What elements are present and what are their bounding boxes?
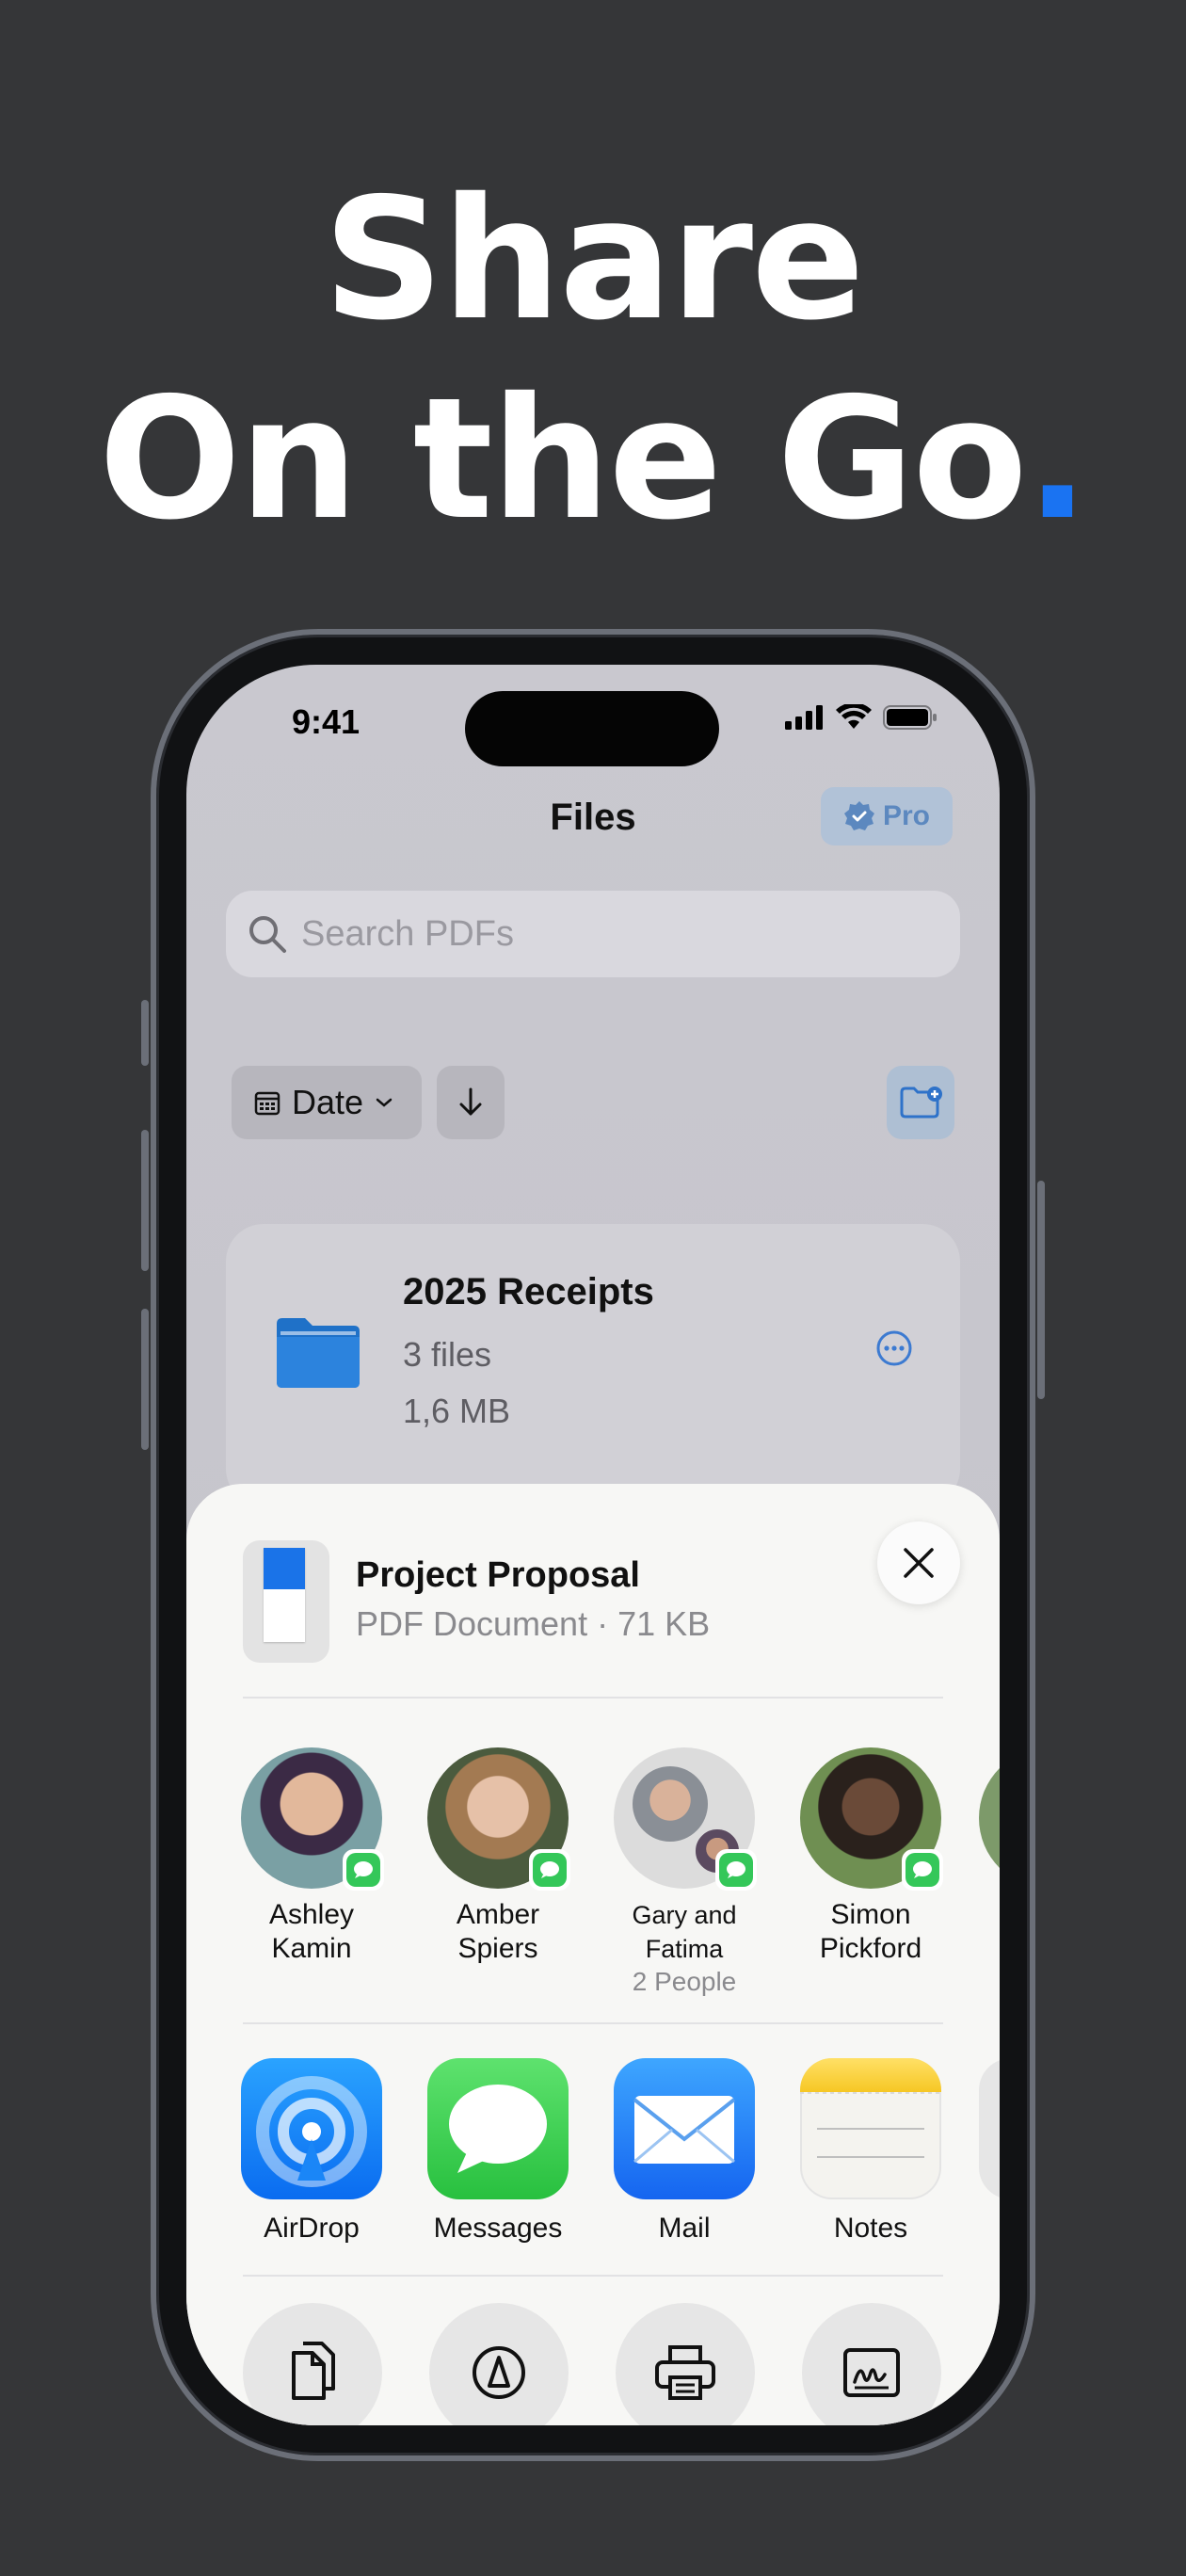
contact-name-line-1: Simon [830,1899,911,1930]
search-placeholder: Search PDFs [301,913,514,954]
phone-action-button [141,1000,149,1066]
search-input[interactable]: Search PDFs [226,891,960,977]
phone-screen: 9:41 Files Pro Search PDFs Date 2025 Rec… [186,665,1000,2425]
contact-subtitle: 2 People [632,1967,737,1996]
new-folder-button[interactable] [887,1066,954,1139]
actions-row [186,2303,1000,2425]
phone-power-button [1037,1181,1045,1399]
sort-date-button[interactable]: Date [232,1066,422,1139]
avatar [427,1747,570,1891]
copy-icon [292,2342,335,2400]
divider [243,2022,943,2024]
messages-badge [902,1849,943,1891]
app-label: Notes [833,2213,908,2244]
divider [243,1697,943,1699]
airdrop-icon [241,2058,382,2199]
app-messages[interactable]: Messages [405,2058,591,2245]
more-options-icon[interactable] [875,1329,913,1367]
apps-row: AirDrop Messages Mail Notes [186,2058,1000,2275]
headline-line-2: On the Go. [0,360,1186,559]
document-subtitle: PDF Document · 71 KB [356,1604,711,1643]
wifi-icon [836,704,872,729]
app-label: Messages [433,2213,563,2244]
headline: Share On the Go. [0,160,1186,559]
markup-action-button[interactable] [429,2303,569,2425]
chevron-down-icon [376,1098,393,1107]
copy-action-button[interactable] [243,2303,382,2425]
search-icon [249,916,286,953]
notes-icon [800,2058,941,2199]
arrow-down-icon [459,1087,482,1116]
contact-amber-spiers[interactable]: Amber Spiers [405,1747,591,1966]
folder-file-count: 3 files [403,1335,492,1374]
messages-icon [427,2058,569,2199]
print-action-button[interactable] [616,2303,755,2425]
contact-name-line-1: Gary and Fatima [632,1901,737,1963]
headline-line-1: Share [323,162,865,357]
contact-gary-and-fatima[interactable]: Gary and Fatima 2 People [591,1747,777,1998]
contact-simon-pickford[interactable]: Simon Pickford [777,1747,964,1966]
contact-partial-next[interactable] [979,1747,1000,1889]
contact-ashley-kamin[interactable]: Ashley Kamin [218,1747,405,1966]
divider [243,2275,943,2277]
app-partial-next[interactable] [979,2058,1000,2199]
sort-label: Date [292,1083,364,1121]
calendar-icon [254,1091,280,1116]
status-time: 9:41 [292,702,361,741]
contact-name-line-1: Ashley [268,1899,355,1930]
folder-size: 1,6 MB [403,1392,511,1430]
group-avatar [614,1747,757,1891]
cellular-signal-icon [785,705,823,730]
avatar-gary [633,1766,708,1842]
folder-name: 2025 Receipts [403,1271,654,1312]
messages-badge [343,1849,384,1891]
avatar [241,1747,384,1891]
share-sheet: Project Proposal PDF Document · 71 KB As… [186,1484,1000,2425]
dynamic-island [465,691,719,766]
phone-volume-down-button [141,1309,149,1450]
sort-direction-button[interactable] [437,1066,505,1139]
app-label: Mail [658,2213,711,2244]
status-icons [785,704,938,731]
avatar [800,1747,943,1891]
close-button[interactable] [877,1521,960,1604]
battery-icon [883,705,937,730]
document-page-preview [264,1548,305,1642]
verified-badge-icon [843,801,874,830]
people-row: Ashley Kamin Amber Spiers Gary and Fatim… [186,1747,1000,1996]
sign-action-button[interactable] [802,2303,941,2425]
contact-name-line-1: Amber [456,1899,540,1930]
app-mail[interactable]: Mail [591,2058,777,2245]
mail-icon [614,2058,755,2199]
signature-icon [843,2348,900,2397]
app-airdrop[interactable]: AirDrop [218,2058,405,2245]
close-icon [904,1548,934,1578]
phone-volume-up-button [141,1130,149,1271]
folder-plus-icon [900,1087,942,1119]
app-notes[interactable]: Notes [777,2058,964,2245]
messages-badge [715,1849,757,1891]
printer-icon [655,2345,715,2400]
folder-icon [277,1318,360,1388]
messages-badge [529,1849,570,1891]
headline-dot: . [1025,362,1090,556]
markup-icon [473,2346,525,2399]
headline-line-2-text: On the Go [98,362,1028,556]
app-label: AirDrop [264,2213,360,2244]
document-thumbnail [243,1540,329,1663]
contact-name-line-2: Pickford [819,1933,922,1964]
document-title: Project Proposal [356,1555,640,1595]
contact-name-line-2: Kamin [271,1933,352,1964]
contact-name-line-2: Spiers [457,1933,538,1964]
pro-button[interactable]: Pro [821,787,953,845]
pro-label: Pro [882,800,930,831]
folder-row[interactable]: 2025 Receipts 3 files 1,6 MB [226,1224,960,1506]
